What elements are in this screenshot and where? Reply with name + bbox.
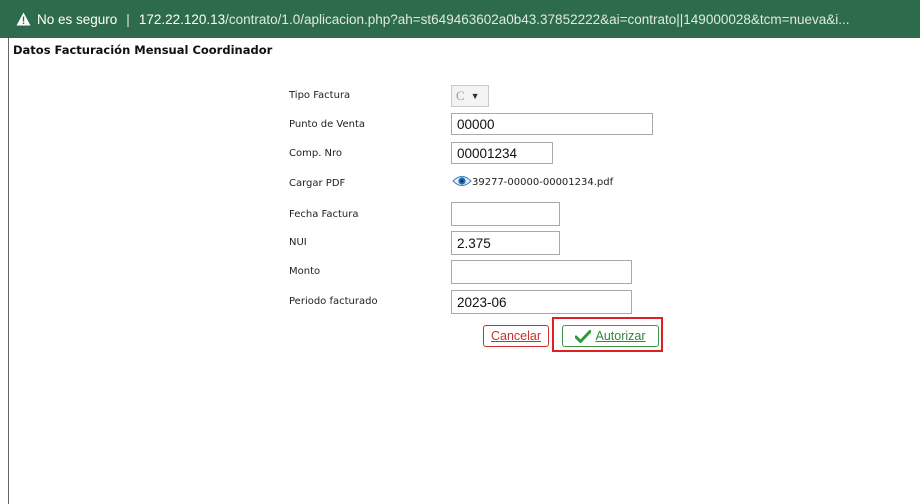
comp-nro-input[interactable]: 00001234 xyxy=(451,142,553,164)
monto-input[interactable] xyxy=(451,260,632,284)
eye-icon[interactable] xyxy=(452,175,472,190)
url-path[interactable]: /contrato/1.0/aplicacion.php?ah=st649463… xyxy=(225,12,849,27)
cancel-button[interactable]: Cancelar xyxy=(483,325,549,347)
periodo-input[interactable]: 2023-06 xyxy=(451,290,632,314)
tipo-factura-label: Tipo Factura xyxy=(289,90,351,101)
check-icon xyxy=(575,329,592,343)
tipo-factura-select[interactable]: C ▼ xyxy=(451,85,489,107)
periodo-label: Periodo facturado xyxy=(289,296,378,307)
caret-down-icon: ▼ xyxy=(470,91,480,101)
comp-nro-label: Comp. Nro xyxy=(289,148,343,159)
warning-icon xyxy=(15,11,31,27)
punto-venta-label: Punto de Venta xyxy=(289,119,366,130)
nui-label: NUI xyxy=(289,237,307,248)
address-separator: | xyxy=(126,11,130,27)
form-title: Datos Facturación Mensual Coordinador xyxy=(13,43,273,57)
address-bar[interactable]: No es seguro | 172.22.120.13/contrato/1.… xyxy=(0,0,920,38)
security-status[interactable]: No es seguro xyxy=(37,12,117,27)
nui-input[interactable]: 2.375 xyxy=(451,231,560,255)
pdf-filename[interactable]: 39277-00000-00001234.pdf xyxy=(472,177,613,188)
authorize-button-label: Autorizar xyxy=(595,329,646,343)
authorize-button[interactable]: Autorizar xyxy=(562,325,659,347)
url-host[interactable]: 172.22.120.13 xyxy=(139,12,225,27)
cargar-pdf-label: Cargar PDF xyxy=(289,178,346,189)
cancel-button-label: Cancelar xyxy=(490,329,542,343)
tipo-factura-value: C xyxy=(456,88,465,103)
pdf-link[interactable]: 39277-00000-00001234.pdf xyxy=(452,175,613,190)
monto-label: Monto xyxy=(289,266,321,277)
fecha-factura-label: Fecha Factura xyxy=(289,209,359,220)
punto-venta-input[interactable]: 00000 xyxy=(451,113,653,135)
fecha-factura-input[interactable] xyxy=(451,202,560,226)
